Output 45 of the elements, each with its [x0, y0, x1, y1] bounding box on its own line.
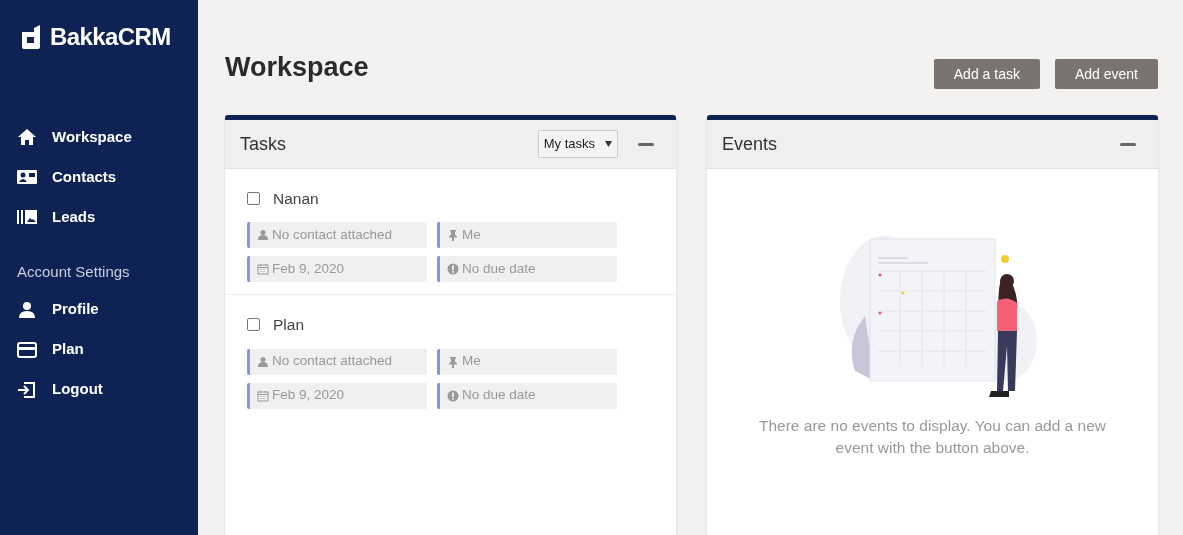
brand-name: BakkaCRM: [50, 22, 171, 52]
section-heading: Account Settings: [16, 262, 131, 282]
filter-dropdown[interactable]: My tasks: [537, 130, 618, 158]
pin-icon: [447, 355, 459, 368]
info-chip: No due date: [437, 382, 617, 409]
nav-item[interactable]: Workspace: [0, 117, 198, 157]
logout-icon: [17, 379, 37, 400]
nav-item[interactable]: Contacts: [0, 157, 198, 197]
contact-card-icon: [17, 167, 37, 187]
panel-title: Events: [722, 132, 779, 156]
page-title: Workspace: [225, 50, 369, 84]
task-title: Nanan: [273, 189, 319, 209]
info-chip: No due date: [437, 256, 617, 283]
caret-icon: [605, 141, 612, 147]
info-chip: No contact attached: [247, 222, 427, 249]
nav-item[interactable]: Profile: [0, 289, 198, 330]
credit-card-icon: [17, 339, 37, 360]
info-chip: Feb 9, 2020: [247, 256, 427, 283]
calendar-icon: [257, 263, 269, 276]
info-chip: Me: [437, 348, 617, 375]
action-button[interactable]: Add event: [1054, 59, 1158, 89]
user-icon: [257, 355, 269, 368]
collapse-button[interactable]: [1120, 142, 1136, 146]
calendar-icon: [257, 389, 269, 402]
action-button[interactable]: Add a task: [933, 59, 1040, 89]
nav-item[interactable]: Logout: [0, 369, 198, 410]
home-icon: [17, 127, 37, 147]
user-icon: [17, 299, 37, 320]
logo-icon: [20, 24, 42, 50]
empty-message: There are no events to display. You can add a new event with the button above.: [758, 416, 1107, 458]
info-chip: Me: [437, 222, 617, 249]
panel-title: Tasks: [240, 132, 287, 156]
pin-icon: [447, 229, 459, 242]
image-list-icon: [17, 207, 37, 227]
checkbox[interactable]: [247, 192, 260, 206]
collapse-button[interactable]: [638, 142, 654, 146]
user-icon: [257, 229, 269, 242]
nav-item[interactable]: Leads: [0, 197, 198, 237]
info-chip: Feb 9, 2020: [247, 382, 427, 409]
checkbox[interactable]: [247, 318, 260, 332]
nav-item[interactable]: Plan: [0, 329, 198, 370]
alert-icon: [447, 263, 459, 276]
task-title: Plan: [273, 315, 305, 336]
alert-icon: [447, 389, 459, 402]
info-chip: No contact attached: [247, 348, 427, 375]
